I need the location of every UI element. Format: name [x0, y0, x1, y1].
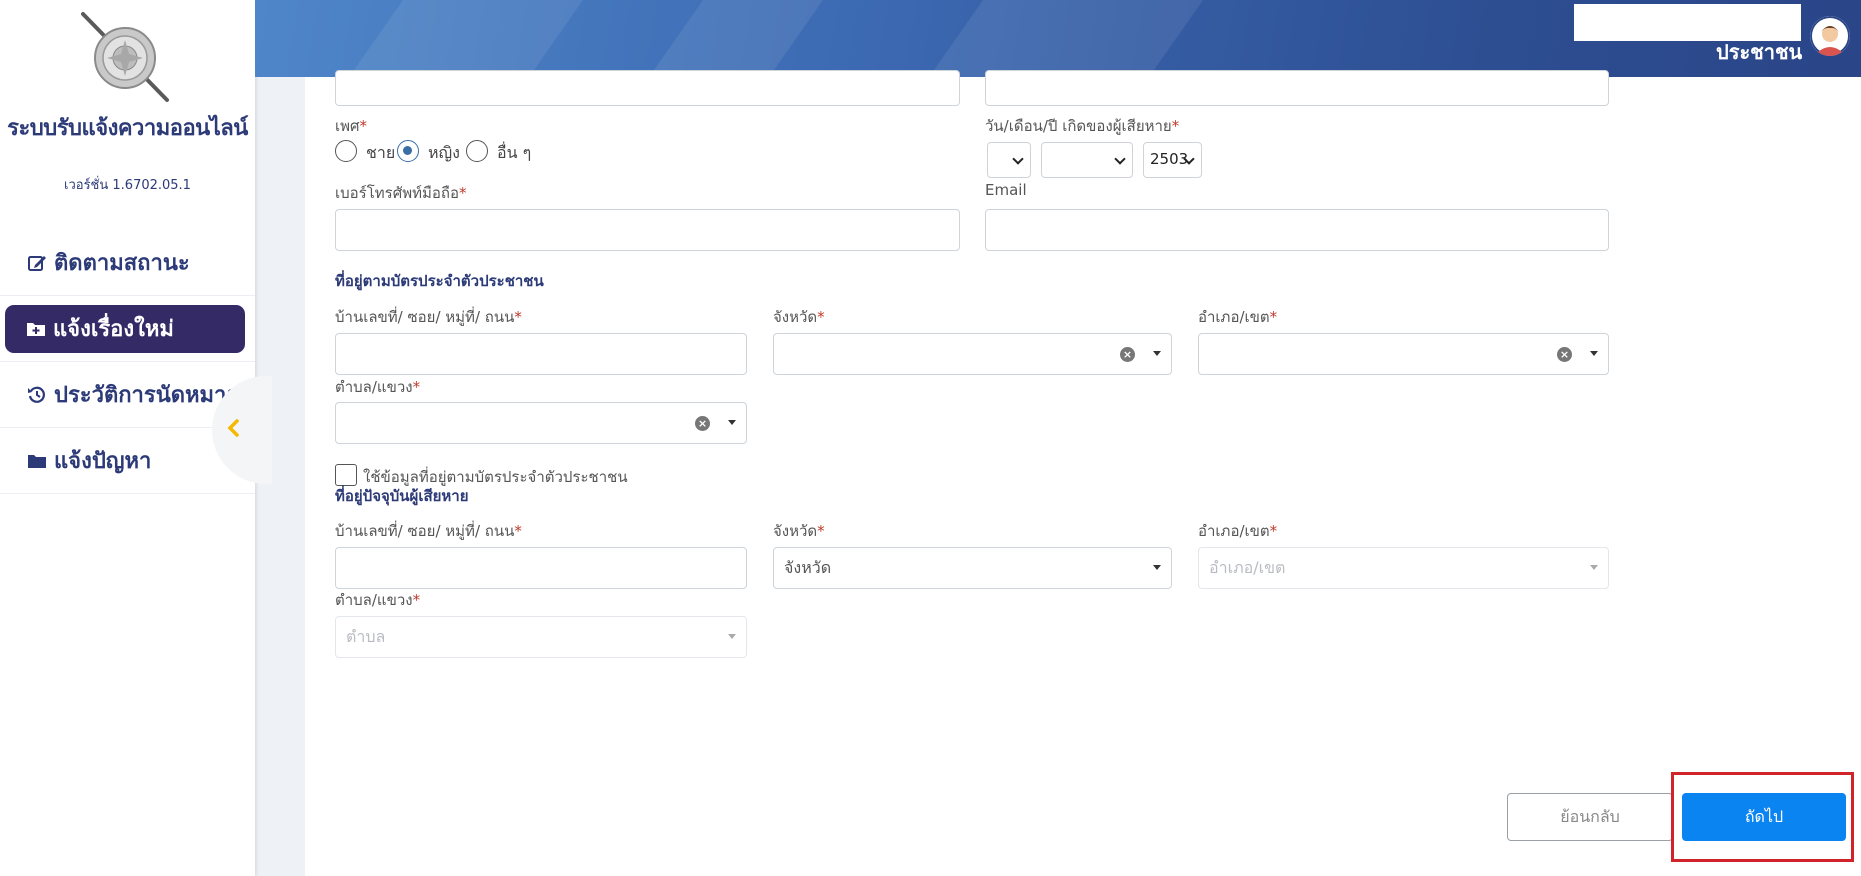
current-subdistrict-label: ตำบล/แขวง*	[335, 591, 421, 609]
current-province-label: จังหวัด*	[773, 522, 825, 540]
sidebar-menu: ติดตามสถานะ แจ้งเรื่องใหม่ ประวัติการนัด…	[0, 230, 255, 494]
id-district-label: อำเภอ/เขต*	[1198, 308, 1278, 326]
caret-down-icon	[728, 634, 736, 639]
gender-female-label: หญิง	[428, 143, 460, 162]
current-district-label: อำเภอ/เขต*	[1198, 522, 1278, 540]
history-icon	[26, 384, 48, 406]
avatar[interactable]	[1810, 16, 1850, 56]
chevron-left-icon	[226, 418, 240, 442]
email-label: Email	[985, 181, 1027, 199]
sidebar: ระบบรับแจ้งความออนไลน์ เวอร์ชั่น 1.6702.…	[0, 0, 272, 876]
clear-icon[interactable]: ×	[695, 416, 710, 431]
caret-down-icon	[1153, 351, 1161, 356]
current-house-input[interactable]	[335, 547, 747, 589]
id-address-section-title: ที่อยู่ตามบัตรประจำตัวประชาชน	[335, 272, 544, 290]
id-province-label: จังหวัด*	[773, 308, 825, 326]
id-province-select[interactable]: ×	[773, 333, 1172, 375]
caret-down-icon	[1590, 351, 1598, 356]
name-input[interactable]	[335, 70, 960, 106]
gender-male-radio[interactable]	[335, 140, 357, 162]
id-subdistrict-label: ตำบล/แขวง*	[335, 378, 421, 396]
mobile-input[interactable]	[335, 209, 960, 251]
sidebar-item-label: แจ้งเรื่องใหม่	[53, 317, 174, 342]
chevron-down-icon	[1114, 153, 1126, 165]
current-district-placeholder: อำเภอ/เขต	[1209, 557, 1286, 577]
folder-icon	[26, 450, 48, 472]
sidebar-item-new-report[interactable]: แจ้งเรื่องใหม่	[5, 304, 245, 353]
form-content: เพศ* ชาย หญิง อื่น ๆ วัน/เดือน/ปี เกิดขอ…	[305, 70, 1861, 876]
chevron-down-icon	[1012, 153, 1024, 165]
sidebar-item-track-status[interactable]: ติดตามสถานะ	[0, 230, 255, 296]
user-role: ประชาชน	[1716, 40, 1803, 64]
dob-year-select[interactable]: 2503	[1143, 142, 1202, 178]
same-address-checkbox[interactable]	[335, 464, 357, 486]
clear-icon[interactable]: ×	[1120, 347, 1135, 362]
email-input[interactable]	[985, 209, 1609, 251]
current-subdistrict-select[interactable]: ตำบล	[335, 616, 747, 658]
caret-down-icon	[728, 420, 736, 425]
gender-other-label: อื่น ๆ	[497, 143, 532, 162]
surname-input[interactable]	[985, 70, 1609, 106]
dob-day-select[interactable]	[987, 142, 1031, 178]
id-house-input[interactable]	[335, 333, 747, 375]
sidebar-item-label: ติดตามสถานะ	[54, 251, 190, 276]
gender-label: เพศ*	[335, 117, 368, 135]
back-button[interactable]: ย้อนกลับ	[1507, 793, 1673, 841]
clear-icon[interactable]: ×	[1557, 347, 1572, 362]
current-house-label: บ้านเลขที่/ ซอย/ หมู่ที่/ ถนน*	[335, 522, 522, 540]
current-province-select[interactable]: จังหวัด	[773, 547, 1172, 589]
folder-plus-icon	[25, 318, 47, 340]
current-province-value: จังหวัด	[784, 557, 832, 577]
id-house-label: บ้านเลขที่/ ซอย/ หมู่ที่/ ถนน*	[335, 308, 522, 326]
sidebar-active-wrap: แจ้งเรื่องใหม่	[0, 296, 255, 362]
current-district-select[interactable]: อำเภอ/เขต	[1198, 547, 1609, 589]
next-button[interactable]: ถัดไป	[1682, 793, 1846, 841]
sidebar-item-label: แจ้งปัญหา	[54, 449, 152, 474]
gender-other-radio[interactable]	[466, 140, 488, 162]
sidebar-item-label: ประวัติการนัดหมาย	[54, 383, 240, 408]
caret-down-icon	[1153, 565, 1161, 570]
edit-icon	[26, 252, 48, 274]
police-emblem-logo	[75, 10, 175, 105]
current-subdistrict-placeholder: ตำบล	[346, 626, 386, 646]
id-subdistrict-select[interactable]: ×	[335, 402, 747, 444]
app-version: เวอร์ชั่น 1.6702.05.1	[64, 178, 191, 193]
dob-label: วัน/เดือน/ปี เกิดของผู้เสียหาย*	[985, 117, 1180, 135]
gender-female-radio[interactable]	[397, 140, 419, 162]
id-district-select[interactable]: ×	[1198, 333, 1609, 375]
app-title: ระบบรับแจ้งความออนไลน์	[7, 116, 248, 141]
gender-male-label: ชาย	[366, 143, 396, 162]
dob-month-select[interactable]	[1041, 142, 1133, 178]
caret-down-icon	[1590, 565, 1598, 570]
mobile-label: เบอร์โทรศัพท์มือถือ*	[335, 184, 467, 202]
current-address-section-title: ที่อยู่ปัจจุบันผู้เสียหาย	[335, 487, 469, 505]
